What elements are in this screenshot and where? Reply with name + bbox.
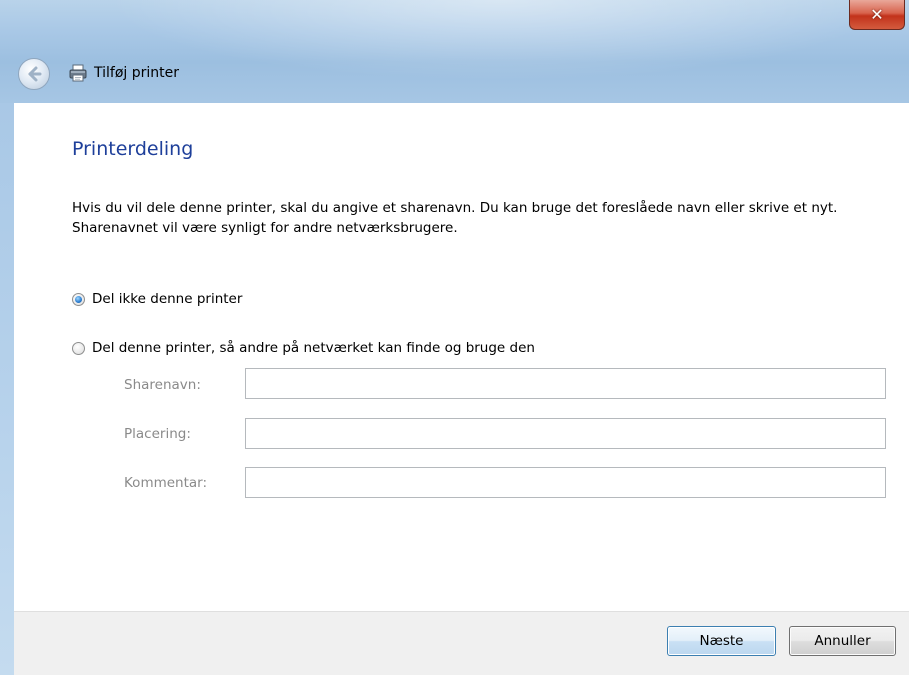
back-button[interactable] bbox=[18, 58, 50, 90]
wizard-content bbox=[14, 103, 909, 611]
window-frame-edge bbox=[0, 103, 14, 675]
title-bar: ✕ Tilføj printer bbox=[0, 0, 909, 103]
next-button[interactable]: Næste bbox=[667, 626, 776, 656]
dont-share-label: Del ikke denne printer bbox=[92, 291, 243, 307]
comment-label: Kommentar: bbox=[124, 475, 208, 491]
share-radio[interactable] bbox=[72, 341, 85, 355]
dont-share-option[interactable]: Del ikke denne printer bbox=[72, 291, 242, 307]
back-arrow-icon bbox=[28, 66, 42, 82]
share-option[interactable]: Del denne printer, så andre på netværket… bbox=[72, 340, 535, 356]
location-label: Placering: bbox=[124, 426, 191, 442]
share-label: Del denne printer, så andre på netværket… bbox=[92, 340, 535, 356]
window-title: Tilføj printer bbox=[94, 65, 179, 81]
location-input[interactable] bbox=[245, 418, 886, 449]
printer-icon bbox=[69, 64, 87, 82]
close-button[interactable]: ✕ bbox=[849, 0, 905, 30]
cancel-button[interactable]: Annuller bbox=[789, 626, 896, 656]
share-name-input[interactable] bbox=[245, 368, 886, 399]
page-title: Printerdeling bbox=[72, 138, 194, 160]
close-icon: ✕ bbox=[870, 4, 884, 24]
page-description: Hvis du vil dele denne printer, skal du … bbox=[72, 200, 838, 236]
dont-share-radio[interactable] bbox=[72, 292, 85, 306]
add-printer-window: ✕ Tilføj printer Printerdeling Hvis du v… bbox=[0, 0, 909, 675]
share-name-label: Sharenavn: bbox=[124, 377, 201, 393]
comment-input[interactable] bbox=[245, 467, 886, 498]
